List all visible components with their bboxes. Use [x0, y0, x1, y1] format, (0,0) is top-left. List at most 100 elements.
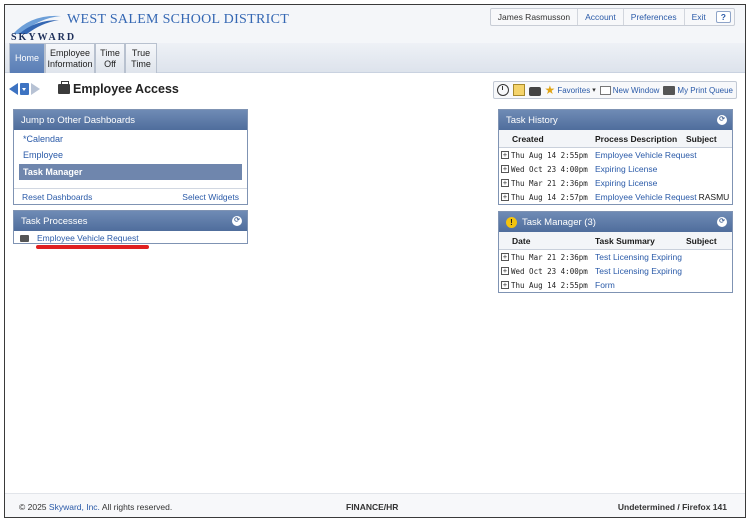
- tab-employee-information-label: Employee Information: [47, 47, 93, 69]
- red-highlight-underline: [36, 245, 149, 249]
- table-row: + Thu Aug 14 2:55pm Employee Vehicle Req…: [499, 148, 732, 162]
- table-row: + Thu Aug 14 2:55pm Form: [499, 278, 732, 292]
- copyright-text: © 2025 Skyward, Inc. All rights reserved…: [19, 502, 173, 512]
- skyward-link[interactable]: Skyward, Inc.: [49, 502, 100, 512]
- jump-dashboards-footer: Reset Dashboards Select Widgets: [14, 188, 247, 204]
- jump-dashboards-title: Jump to Other Dashboards: [21, 114, 136, 126]
- column-subject[interactable]: Subject: [686, 236, 717, 246]
- date-cell: Thu Aug 14 2:55pm: [511, 280, 588, 290]
- dropdown-caret-icon: ▾: [592, 87, 596, 94]
- task-history-header: Task History ⟳: [499, 110, 732, 130]
- widget-options-icon[interactable]: ⟳: [232, 216, 242, 226]
- description-link[interactable]: Employee Vehicle Request: [595, 192, 697, 202]
- module-label: FINANCE/HR: [346, 502, 399, 512]
- preferences-link[interactable]: Preferences: [622, 9, 684, 25]
- dashboard-link-employee[interactable]: Employee: [14, 146, 247, 162]
- new-window-button[interactable]: New Window: [599, 85, 660, 95]
- window-icon: [599, 85, 611, 95]
- expand-icon[interactable]: +: [501, 267, 509, 275]
- tab-true-time-label: True Time: [131, 47, 151, 69]
- select-widgets-link[interactable]: Select Widgets: [182, 192, 239, 202]
- created-cell: Thu Aug 14 2:55pm: [511, 150, 588, 160]
- page-footer: © 2025 Skyward, Inc. All rights reserved…: [5, 493, 745, 517]
- task-processes-title: Task Processes: [21, 215, 88, 227]
- dashboard-link-task-manager[interactable]: Task Manager: [19, 164, 242, 180]
- created-cell: Thu Aug 14 2:57pm: [511, 192, 588, 202]
- task-manager-widget: ! Task Manager (3) ⟳ Date Task Summary S…: [498, 211, 733, 293]
- table-row: + Thu Aug 14 2:57pm Employee Vehicle Req…: [499, 190, 732, 204]
- task-manager-title: Task Manager (3): [522, 216, 596, 228]
- task-summary-link[interactable]: Test Licensing Expiring: [595, 266, 682, 276]
- history-dropdown-icon[interactable]: [20, 83, 29, 95]
- column-process-description[interactable]: Process Description: [595, 134, 686, 144]
- description-link[interactable]: Employee Vehicle Request: [595, 150, 697, 160]
- tab-home[interactable]: Home: [9, 43, 45, 73]
- page-toolbar: Employee Access ★ Favorites ▾ New Window…: [5, 73, 745, 105]
- task-summary-link[interactable]: Test Licensing Expiring: [595, 252, 682, 262]
- process-link-employee-vehicle-request[interactable]: Employee Vehicle Request: [37, 233, 139, 243]
- table-row: + Thu Mar 21 2:36pm Expiring License: [499, 176, 732, 190]
- expand-icon[interactable]: +: [501, 179, 509, 187]
- widget-options-icon[interactable]: ⟳: [717, 115, 727, 125]
- column-created[interactable]: Created: [499, 134, 595, 144]
- date-cell: Thu Mar 21 2:36pm: [511, 252, 588, 262]
- district-name: WEST SALEM SCHOOL DISTRICT: [67, 12, 290, 27]
- briefcase-icon: [58, 81, 70, 94]
- star-icon: ★: [544, 83, 556, 97]
- page-title: Employee Access: [73, 82, 179, 96]
- favorites-label: Favorites: [557, 85, 591, 95]
- user-menu: James Rasmusson Account Preferences Exit…: [489, 8, 735, 26]
- printer-icon: [663, 85, 676, 95]
- account-link[interactable]: Account: [577, 9, 623, 25]
- description-link[interactable]: Expiring License: [595, 178, 657, 188]
- camera-icon[interactable]: [528, 86, 541, 96]
- new-window-label: New Window: [612, 85, 660, 95]
- warning-icon: !: [506, 216, 517, 228]
- jump-dashboards-widget: Jump to Other Dashboards *Calendar Emplo…: [13, 109, 248, 205]
- user-name: James Rasmusson: [497, 12, 571, 22]
- description-link[interactable]: Expiring License: [595, 164, 657, 174]
- clock-icon[interactable]: [496, 84, 509, 96]
- main-nav: Home Employee Information Time Off True Tim…: [5, 43, 745, 73]
- tab-time-off-label: Time Off: [100, 47, 120, 69]
- tab-employee-information[interactable]: Employee Information: [45, 43, 95, 73]
- widget-options-icon[interactable]: ⟳: [717, 217, 727, 227]
- task-manager-header: ! Task Manager (3) ⟳: [499, 212, 732, 232]
- date-cell: Wed Oct 23 4:00pm: [511, 266, 588, 276]
- task-manager-columns: Date Task Summary Subject: [499, 232, 732, 250]
- folder-icon: [20, 234, 29, 242]
- dashboard-link-calendar[interactable]: *Calendar: [14, 130, 247, 146]
- created-cell: Thu Mar 21 2:36pm: [511, 178, 588, 188]
- tab-time-off[interactable]: Time Off: [95, 43, 125, 73]
- favorites-menu[interactable]: ★ Favorites ▾: [545, 84, 596, 96]
- environment-label: Undetermined / Firefox 141: [617, 502, 727, 512]
- column-date[interactable]: Date: [499, 236, 595, 246]
- back-arrow-icon[interactable]: [9, 83, 18, 95]
- expand-icon[interactable]: +: [501, 253, 509, 261]
- help-button[interactable]: ?: [715, 11, 731, 23]
- notes-icon[interactable]: [512, 84, 525, 96]
- expand-icon[interactable]: +: [501, 281, 509, 289]
- expand-icon[interactable]: +: [501, 165, 509, 173]
- subject-cell: RASMU: [698, 192, 730, 202]
- tab-home-label: Home: [15, 53, 40, 63]
- jump-dashboards-header: Jump to Other Dashboards: [14, 110, 247, 130]
- task-summary-link[interactable]: Form: [595, 280, 615, 290]
- expand-icon[interactable]: +: [501, 151, 509, 159]
- print-queue-button[interactable]: My Print Queue: [663, 85, 733, 95]
- task-history-columns: Created Process Description Subject: [499, 130, 732, 148]
- table-row: + Thu Mar 21 2:36pm Test Licensing Expir…: [499, 250, 732, 264]
- column-subject[interactable]: Subject: [686, 134, 717, 144]
- process-row: Employee Vehicle Request: [14, 231, 247, 245]
- logo-wordmark: SKYWARD: [11, 32, 77, 43]
- print-queue-label: My Print Queue: [677, 85, 733, 95]
- reset-dashboards-link[interactable]: Reset Dashboards: [22, 192, 92, 202]
- browser-frame: SKYWARD WEST SALEM SCHOOL DISTRICT James…: [4, 4, 746, 518]
- exit-link[interactable]: Exit: [683, 9, 713, 25]
- task-history-widget: Task History ⟳ Created Process Descripti…: [498, 109, 733, 205]
- tab-true-time[interactable]: True Time: [125, 43, 157, 73]
- task-history-title: Task History: [506, 114, 558, 126]
- column-task-summary[interactable]: Task Summary: [595, 236, 686, 246]
- forward-arrow-icon[interactable]: [31, 83, 40, 95]
- expand-icon[interactable]: +: [501, 193, 509, 201]
